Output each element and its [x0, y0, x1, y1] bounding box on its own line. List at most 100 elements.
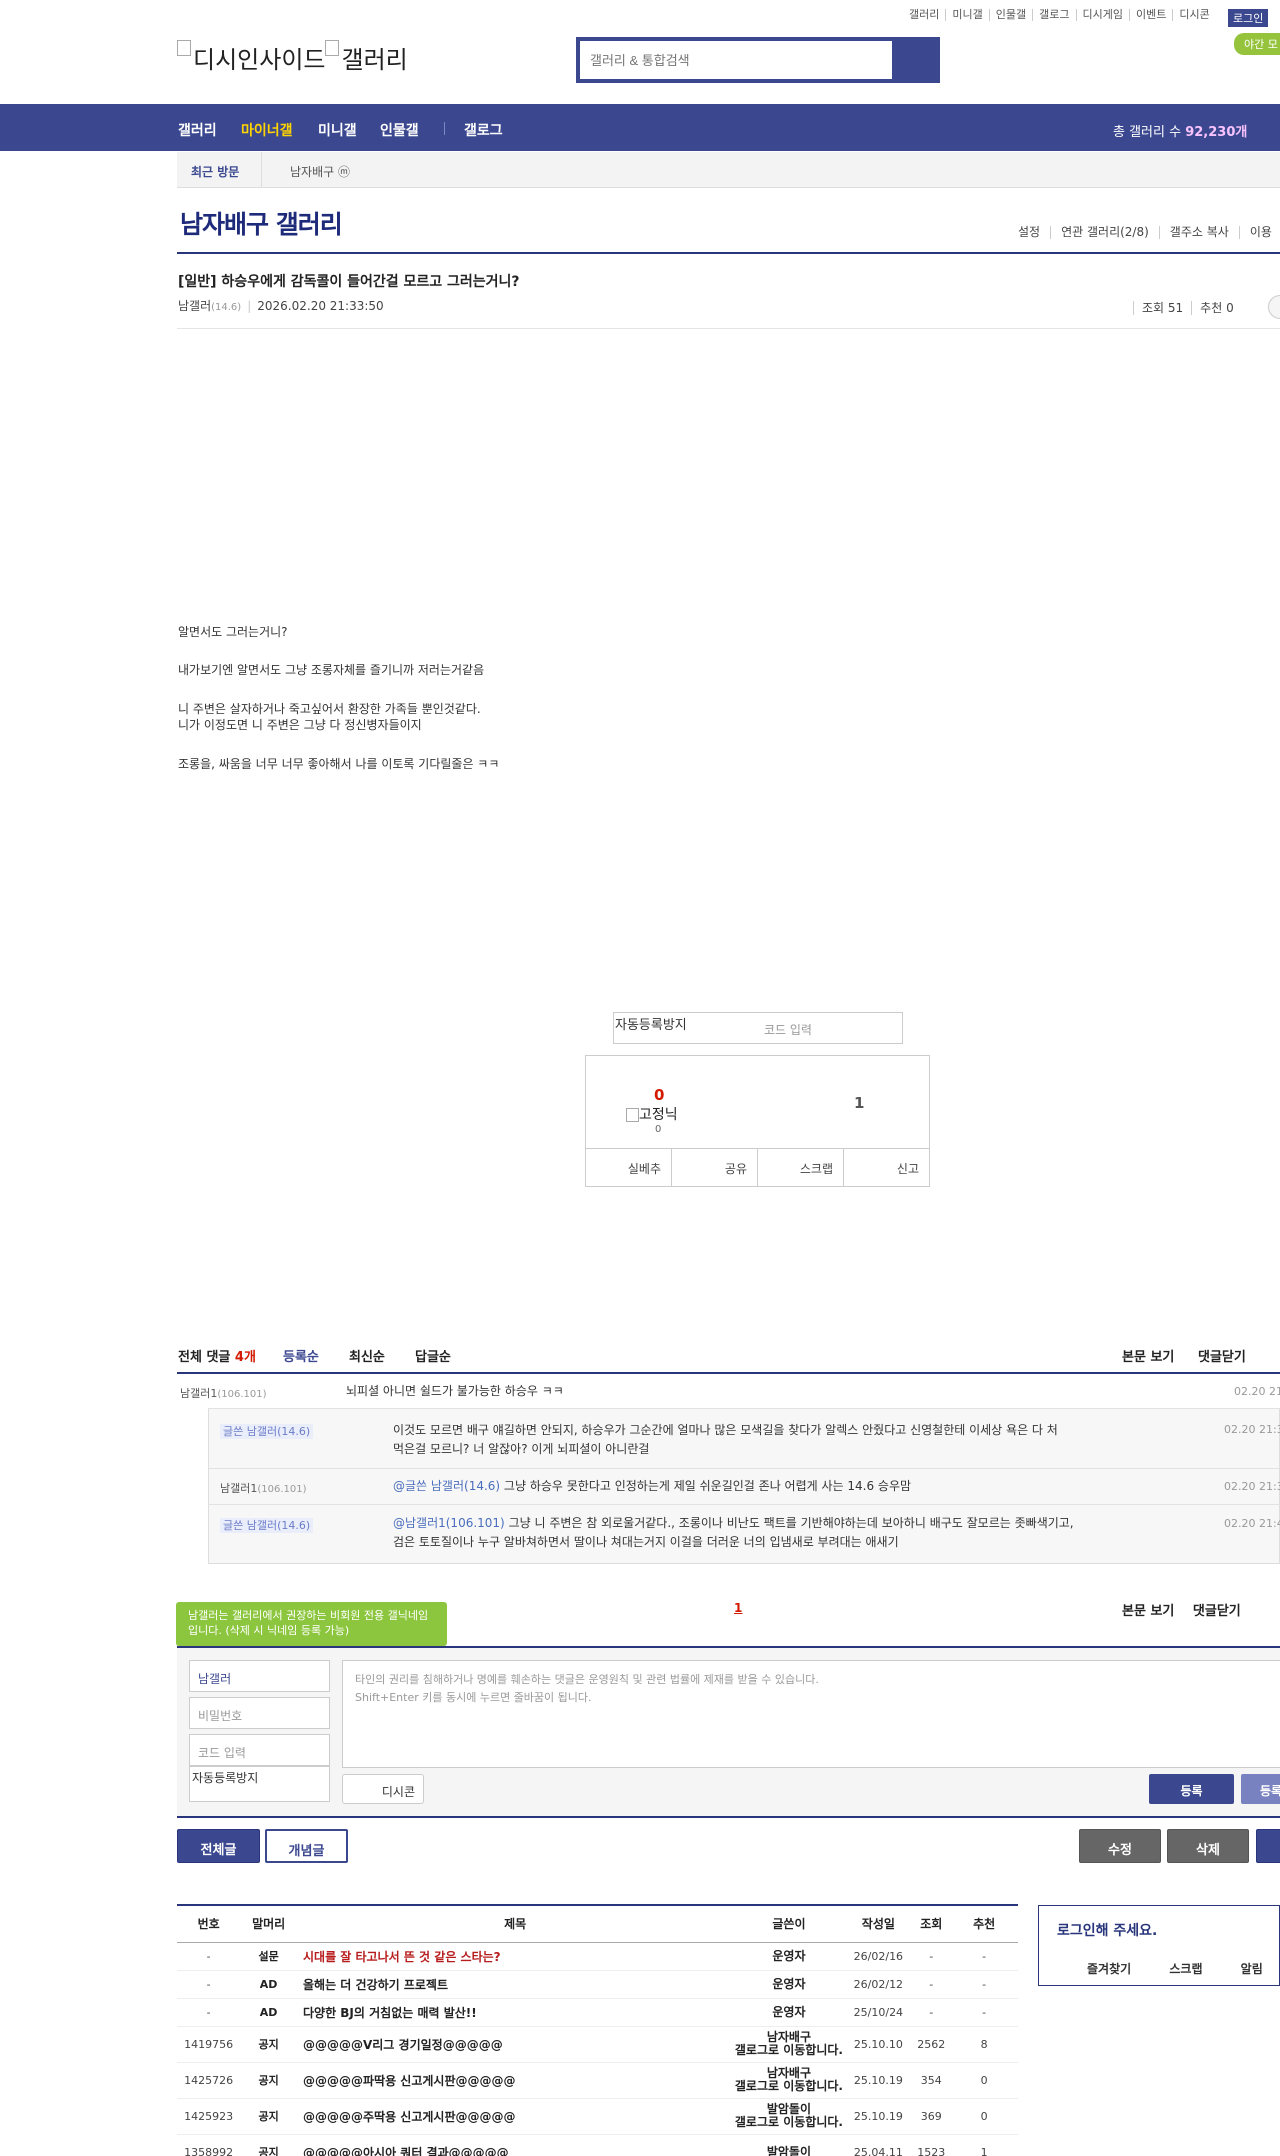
row-subject[interactable]: @@@@@파딱용 신고게시판@@@@@: [296, 2062, 734, 2099]
table-row[interactable]: - 설문 시대를 잘 타고나서 뜬 것 같은 스타는? 운영자 26/02/16…: [177, 1942, 1018, 1971]
list-header-row: 번호 말머리 제목 글쓴이 작성일 조회 추천: [177, 1906, 1018, 1943]
favorites-link[interactable]: 즐겨찾기: [1087, 1962, 1131, 1976]
divider: [177, 1372, 1280, 1374]
view-body-button[interactable]: 본문 보기: [1122, 1346, 1174, 1365]
post-author[interactable]: 남갤러: [178, 299, 211, 313]
more-icon[interactable]: [1268, 295, 1280, 319]
top-link-event[interactable]: 이벤트: [1128, 9, 1172, 21]
row-writer[interactable]: 운영자: [733, 1998, 845, 2027]
gallery-title[interactable]: 남자배구 갤러리: [180, 205, 343, 241]
top-link-person[interactable]: 인물갤: [988, 9, 1032, 21]
fixed-nick-recommend[interactable]: 고정닉: [626, 1104, 678, 1124]
top-link-mini[interactable]: 미니갤: [945, 9, 988, 21]
view-body-button[interactable]: 본문 보기: [1122, 1604, 1174, 1619]
post-body-line: 알면서도 그러는거니?: [178, 625, 288, 639]
comment-nick[interactable]: 글쓴 남갤러(14.6): [220, 1423, 314, 1439]
top-link-dccon[interactable]: 디시콘: [1172, 9, 1215, 21]
settings-link[interactable]: 설정: [1008, 226, 1050, 239]
password-field[interactable]: 비밀번호: [189, 1697, 330, 1729]
row-writer[interactable]: 남자배구 갤로그로 이동합니다.: [733, 2062, 845, 2099]
login-prompt[interactable]: 로그인해 주세요.: [1057, 1920, 1157, 1940]
top-link-gallery[interactable]: 갤러리: [903, 9, 945, 21]
divider: [261, 152, 262, 188]
night-mode-button[interactable]: 야간 모: [1234, 33, 1280, 55]
submit-recommend-button[interactable]: 등록: [1241, 1774, 1280, 1804]
related-gallery-link[interactable]: 연관 갤러리(2/8): [1050, 226, 1159, 239]
edit-button[interactable]: 수정: [1079, 1829, 1161, 1863]
recent-gallery-link[interactable]: 남자배구 ⓜ: [290, 163, 350, 180]
row-subject[interactable]: @@@@@주딱용 신고게시판@@@@@: [296, 2098, 734, 2135]
scrap-button[interactable]: 스크랩: [757, 1149, 843, 1186]
concept-posts-button[interactable]: 개념글: [265, 1829, 348, 1863]
comment-nick[interactable]: 남갤러1(106.101): [180, 1385, 267, 1401]
row-subject[interactable]: 올해는 더 건강하기 프로젝트: [296, 1970, 734, 1999]
col-number: 번호: [177, 1906, 241, 1943]
share-button[interactable]: 공유: [671, 1149, 757, 1186]
comment-nick[interactable]: 글쓴 남갤러(14.6): [220, 1517, 314, 1533]
nav-mini-gallery[interactable]: 미니갤: [318, 120, 357, 140]
row-subject[interactable]: @@@@@아시아 쿼터 결과@@@@@: [296, 2134, 734, 2156]
site-logo[interactable]: 디시인사이드 갤러리: [177, 40, 408, 75]
write-button[interactable]: [1256, 1829, 1280, 1863]
report-button[interactable]: 신고: [843, 1149, 929, 1186]
row-writer[interactable]: 발암돌이: [733, 2134, 845, 2156]
row-writer[interactable]: 발암돌이 갤로그로 이동합니다.: [733, 2098, 845, 2135]
row-subject[interactable]: 시대를 잘 타고나서 뜬 것 같은 스타는?: [296, 1942, 734, 1971]
row-subject[interactable]: @@@@@V리그 경기일정@@@@@: [296, 2026, 734, 2063]
row-subject[interactable]: 다양한 BJ의 거침없는 매력 발산!!: [296, 1998, 734, 2027]
downvote-count[interactable]: 1: [854, 1094, 864, 1112]
sort-replies[interactable]: 답글순: [415, 1346, 451, 1365]
table-row[interactable]: - AD 올해는 더 건강하기 프로젝트 운영자 26/02/12 - -: [177, 1970, 1018, 1999]
table-row[interactable]: 1419756 공지 @@@@@V리그 경기일정@@@@@ 남자배구 갤로그로 이…: [177, 2026, 1018, 2063]
row-head: AD: [240, 1998, 297, 2027]
submit-button[interactable]: 등록: [1149, 1774, 1234, 1804]
table-row[interactable]: - AD 다양한 BJ의 거침없는 매력 발산!! 운영자 25/10/24 -…: [177, 1998, 1018, 2027]
mention-link[interactable]: @글쓴 남갤러(14.6): [393, 1479, 500, 1493]
close-comments-button[interactable]: 댓글닫기: [1198, 1346, 1246, 1365]
recommend-box: 0 고정닉 0 1 실베추 공유 스크랩 신고: [585, 1055, 930, 1187]
comment-date: 02.20 21:: [1234, 1385, 1280, 1398]
usage-link[interactable]: 이용: [1238, 226, 1280, 239]
nickname-field[interactable]: 남갤러: [189, 1660, 330, 1692]
code-field[interactable]: 코드 입력: [189, 1734, 330, 1766]
row-writer[interactable]: 운영자: [733, 1942, 845, 1971]
copy-url-link[interactable]: 갤주소 복사: [1158, 226, 1239, 239]
search-input[interactable]: [580, 41, 892, 79]
mention-link[interactable]: @남갤러1(106.101): [393, 1516, 505, 1530]
captcha-code-input[interactable]: 코드 입력: [764, 1021, 812, 1038]
nav-minor-gallery[interactable]: 마이너갤: [241, 120, 293, 140]
comment-nick[interactable]: 남갤러1(106.101): [220, 1480, 307, 1496]
notifications-link[interactable]: 알림: [1241, 1962, 1263, 1976]
comment-date: 02.20 21:3: [1224, 1423, 1280, 1436]
login-button[interactable]: 로그인: [1228, 9, 1269, 27]
top-link-gallog[interactable]: 갤로그: [1032, 9, 1075, 21]
nav-gallery[interactable]: 갤러리: [178, 120, 217, 140]
row-views: -: [912, 1970, 951, 1999]
top-link-game[interactable]: 디시게임: [1075, 9, 1129, 21]
row-writer[interactable]: 운영자: [733, 1970, 845, 1999]
table-row[interactable]: 1425923 공지 @@@@@주딱용 신고게시판@@@@@ 발암돌이 갤로그로 …: [177, 2098, 1018, 2135]
nav-gallog[interactable]: 갤로그: [464, 120, 503, 140]
close-comments-button[interactable]: 댓글닫기: [1193, 1604, 1241, 1619]
all-posts-button[interactable]: 전체글: [177, 1829, 260, 1863]
search-button[interactable]: [892, 41, 936, 79]
comment-page-1[interactable]: 1: [734, 1601, 742, 1615]
delete-button[interactable]: 삭제: [1167, 1829, 1249, 1863]
row-date: 25.10.19: [844, 2098, 913, 2135]
upvote-count[interactable]: 0: [654, 1086, 664, 1104]
table-row[interactable]: 1358992 공지 @@@@@아시아 쿼터 결과@@@@@ 발암돌이 25.0…: [177, 2134, 1018, 2156]
nav-person-gallery[interactable]: 인물갤: [380, 120, 419, 140]
row-date: 25.10.10: [844, 2026, 913, 2063]
sort-latest[interactable]: 최신순: [349, 1346, 385, 1365]
row-writer[interactable]: 남자배구 갤로그로 이동합니다.: [733, 2026, 845, 2063]
comment-textarea[interactable]: 타인의 권리를 침해하거나 명예를 훼손하는 댓글은 운영원칙 및 관련 법률에…: [342, 1660, 1280, 1768]
post-body-line: 니 주변은 살자하거나 죽고싶어서 환장한 가족들 뿐인것같다.: [178, 702, 481, 716]
row-recommend: -: [950, 1970, 1018, 1999]
sort-registered[interactable]: 등록순: [283, 1346, 319, 1365]
scrap-link[interactable]: 스크랩: [1169, 1962, 1202, 1976]
real-best-button[interactable]: 실베추: [586, 1149, 671, 1186]
comment-total-label: 전체 댓글: [178, 1350, 231, 1365]
broken-image-icon: [626, 1108, 639, 1122]
table-row[interactable]: 1425726 공지 @@@@@파딱용 신고게시판@@@@@ 남자배구 갤로그로 …: [177, 2062, 1018, 2099]
dccon-button[interactable]: 디시콘: [342, 1774, 424, 1804]
